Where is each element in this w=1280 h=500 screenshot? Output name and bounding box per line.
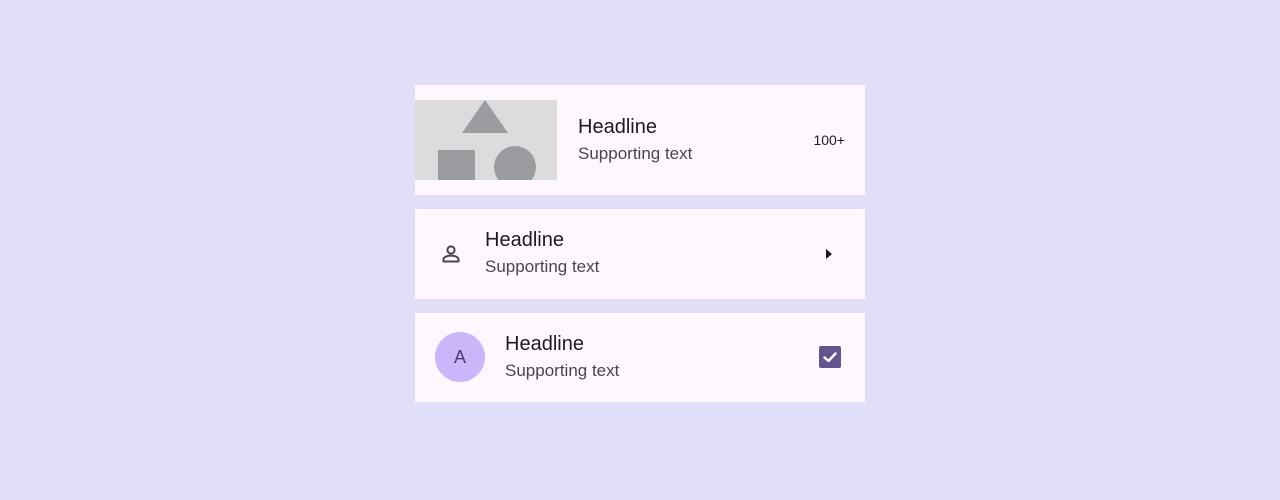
- supporting-text: Supporting text: [505, 361, 620, 380]
- item-text: Headline Supporting text: [578, 114, 692, 166]
- triangle-shape: [462, 100, 508, 133]
- supporting-text: Supporting text: [485, 257, 600, 276]
- supporting-text: Supporting text: [578, 144, 693, 163]
- item-text: Headline Supporting text: [505, 331, 619, 383]
- headline: Headline: [485, 229, 564, 251]
- checkbox[interactable]: [819, 346, 841, 368]
- avatar: A: [435, 332, 485, 382]
- square-shape: [438, 150, 475, 180]
- item-text: Headline Supporting text: [485, 227, 599, 279]
- person-icon: [439, 242, 463, 266]
- list-item-person[interactable]: Headline Supporting text: [415, 209, 865, 299]
- list-item-avatar[interactable]: A Headline Supporting text: [415, 313, 865, 402]
- circle-shape: [494, 146, 536, 180]
- trailing-count: 100+: [813, 132, 845, 148]
- headline: Headline: [505, 333, 584, 355]
- arrow-right-icon[interactable]: [821, 246, 837, 262]
- check-icon: [823, 352, 837, 363]
- image-thumbnail: [415, 100, 557, 180]
- list-item-thumbnail[interactable]: Headline Supporting text 100+: [415, 85, 865, 195]
- headline: Headline: [578, 116, 657, 138]
